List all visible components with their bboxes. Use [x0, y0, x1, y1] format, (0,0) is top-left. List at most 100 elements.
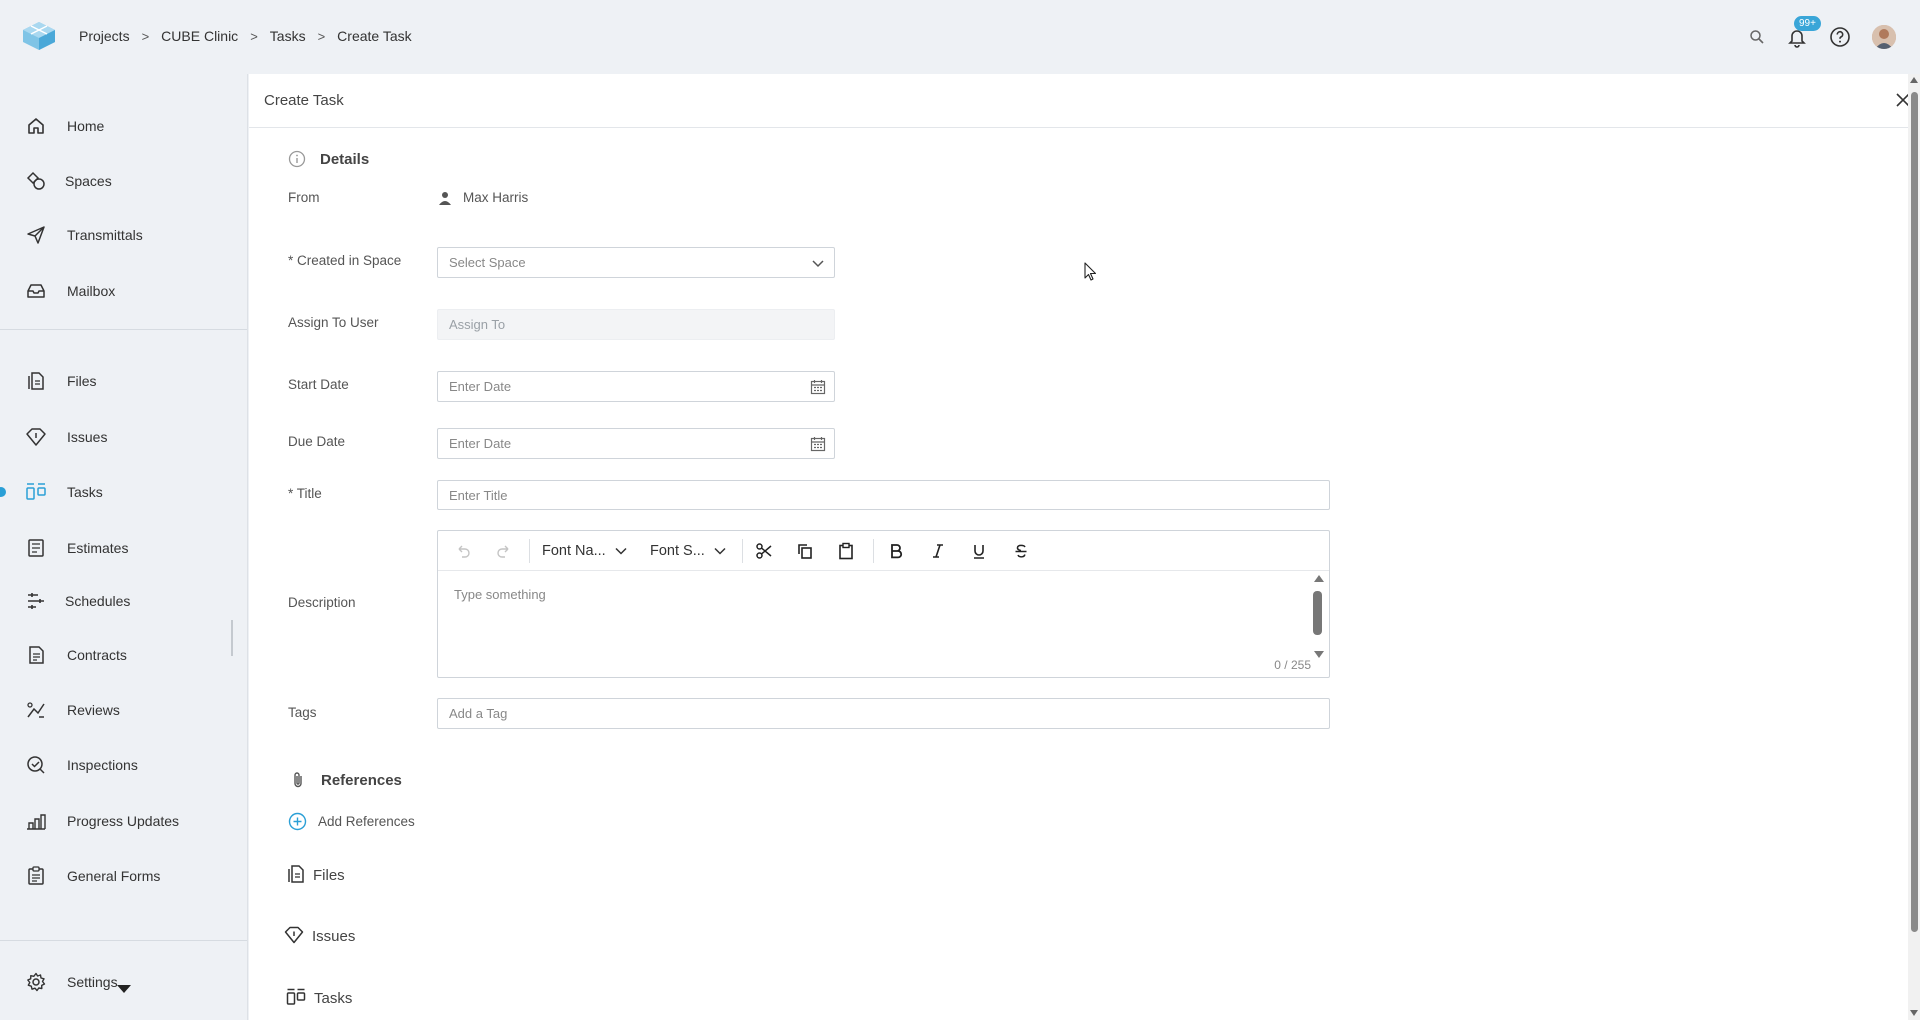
sidebar-item-settings[interactable]: Settings [0, 962, 247, 1002]
sidebar-item-files[interactable]: Files [0, 361, 247, 401]
font-size-dropdown[interactable]: Font S... [650, 540, 727, 562]
cut-button[interactable] [754, 540, 774, 562]
breadcrumb-tasks[interactable]: Tasks [270, 28, 306, 44]
strikethrough-button[interactable] [1011, 540, 1031, 562]
bold-icon [891, 544, 903, 559]
tags-label: Tags [288, 705, 317, 720]
assign-user-input[interactable]: Assign To [437, 309, 835, 340]
sidebar-item-label: Tasks [67, 484, 103, 500]
tags-input[interactable]: Add a Tag [437, 698, 1330, 729]
sidebar-item-issues[interactable]: Issues [0, 417, 247, 457]
copy-button[interactable] [795, 540, 815, 562]
copy-icon [798, 544, 812, 559]
progress-icon [25, 810, 47, 832]
sidebar-item-tasks[interactable]: Tasks [0, 472, 247, 512]
font-size-value: Font S... [650, 543, 705, 559]
reference-files[interactable]: Files [287, 864, 345, 887]
paste-button[interactable] [836, 540, 856, 562]
home-icon [25, 115, 47, 137]
start-date-label: Start Date [288, 377, 349, 392]
space-select[interactable]: Select Space [437, 247, 835, 278]
character-counter: 0 / 255 [1274, 658, 1311, 672]
sidebar-item-label: Spaces [65, 173, 112, 189]
sidebar-scrollbar[interactable] [231, 620, 233, 656]
title-placeholder: Enter Title [449, 487, 508, 503]
search-icon[interactable] [1745, 25, 1769, 49]
sidebar-item-estimates[interactable]: Estimates [0, 528, 247, 568]
sidebar-item-general-forms[interactable]: General Forms [0, 856, 247, 896]
sidebar-item-spaces[interactable]: Spaces [0, 161, 247, 201]
schedules-icon [25, 590, 47, 612]
calendar-icon[interactable] [810, 436, 826, 452]
sidebar-item-label: Progress Updates [67, 813, 180, 829]
start-date-input[interactable]: Enter Date [437, 371, 835, 402]
sidebar-item-label: Issues [67, 429, 108, 445]
app-logo[interactable] [20, 20, 58, 52]
sidebar-item-reviews[interactable]: Reviews [0, 690, 247, 730]
breadcrumb-project[interactable]: CUBE Clinic [161, 28, 238, 44]
sidebar-item-label: General Forms [67, 868, 161, 884]
send-icon [25, 224, 47, 246]
editor-scrollbar[interactable] [1312, 575, 1324, 659]
sidebar-item-schedules[interactable]: Schedules [0, 581, 247, 621]
help-icon[interactable] [1828, 25, 1852, 49]
mailbox-icon [25, 280, 47, 302]
forms-icon [25, 865, 47, 887]
chevron-down-icon [714, 547, 726, 555]
undo-button[interactable] [453, 540, 473, 562]
calendar-icon[interactable] [810, 379, 826, 395]
tasks-icon [286, 988, 306, 1009]
sidebar-item-label: Mailbox [67, 283, 116, 299]
sidebar-item-transmittals[interactable]: Transmittals [0, 215, 247, 255]
sidebar-item-label: Inspections [67, 757, 138, 773]
breadcrumb-projects[interactable]: Projects [79, 28, 130, 44]
space-label: * Created in Space [288, 253, 402, 268]
spaces-icon [25, 170, 47, 192]
breadcrumb-separator: > [250, 28, 258, 44]
sidebar-item-mailbox[interactable]: Mailbox [0, 271, 247, 311]
description-editor[interactable]: Font Na... Font S... Type something 0 / … [437, 530, 1330, 678]
references-heading-label: References [321, 771, 402, 789]
start-date-placeholder: Enter Date [449, 379, 512, 394]
sidebar-item-label: Schedules [65, 593, 131, 609]
undo-icon [458, 545, 470, 558]
breadcrumb-separator: > [141, 28, 150, 44]
toolbar-separator [742, 539, 743, 563]
sidebar-divider [0, 329, 247, 330]
details-heading: Details [288, 150, 369, 168]
notification-badge: 99+ [1794, 16, 1821, 31]
sidebar-item-inspections[interactable]: Inspections [0, 745, 247, 785]
sidebar-item-contracts[interactable]: Contracts [0, 635, 247, 675]
issues-icon [25, 426, 47, 448]
add-references-button[interactable]: Add References [288, 812, 415, 831]
reference-tasks[interactable]: Tasks [286, 988, 352, 1009]
underline-button[interactable] [969, 540, 989, 562]
sidebar-item-progress-updates[interactable]: Progress Updates [0, 801, 247, 841]
sidebar-item-home[interactable]: Home [0, 106, 247, 146]
tasks-icon [25, 481, 47, 503]
chevron-down-icon [615, 547, 627, 555]
bold-button[interactable] [886, 540, 906, 562]
title-label: * Title [288, 486, 322, 501]
due-date-input[interactable]: Enter Date [437, 428, 835, 459]
sidebar-item-label: Contracts [67, 647, 127, 663]
from-user: Max Harris [438, 190, 528, 205]
editor-toolbar: Font Na... Font S... [438, 531, 1329, 571]
sidebar-item-label: Home [67, 118, 105, 134]
due-date-label: Due Date [288, 434, 346, 449]
sidebar-divider [0, 940, 247, 941]
sidebar-item-label: Files [67, 373, 97, 389]
avatar[interactable] [1872, 25, 1896, 49]
panel-scrollbar[interactable] [1908, 74, 1920, 1020]
assign-user-placeholder: Assign To [449, 317, 506, 332]
breadcrumb-separator: > [317, 28, 326, 44]
mouse-cursor [1084, 262, 1098, 282]
redo-icon [497, 545, 509, 558]
font-name-dropdown[interactable]: Font Na... [542, 540, 628, 562]
due-date-placeholder: Enter Date [449, 436, 512, 451]
reference-issues[interactable]: Issues [284, 926, 355, 947]
italic-button[interactable] [928, 540, 948, 562]
title-input[interactable]: Enter Title [437, 480, 1330, 510]
toolbar-separator [873, 539, 874, 563]
redo-button[interactable] [494, 540, 514, 562]
